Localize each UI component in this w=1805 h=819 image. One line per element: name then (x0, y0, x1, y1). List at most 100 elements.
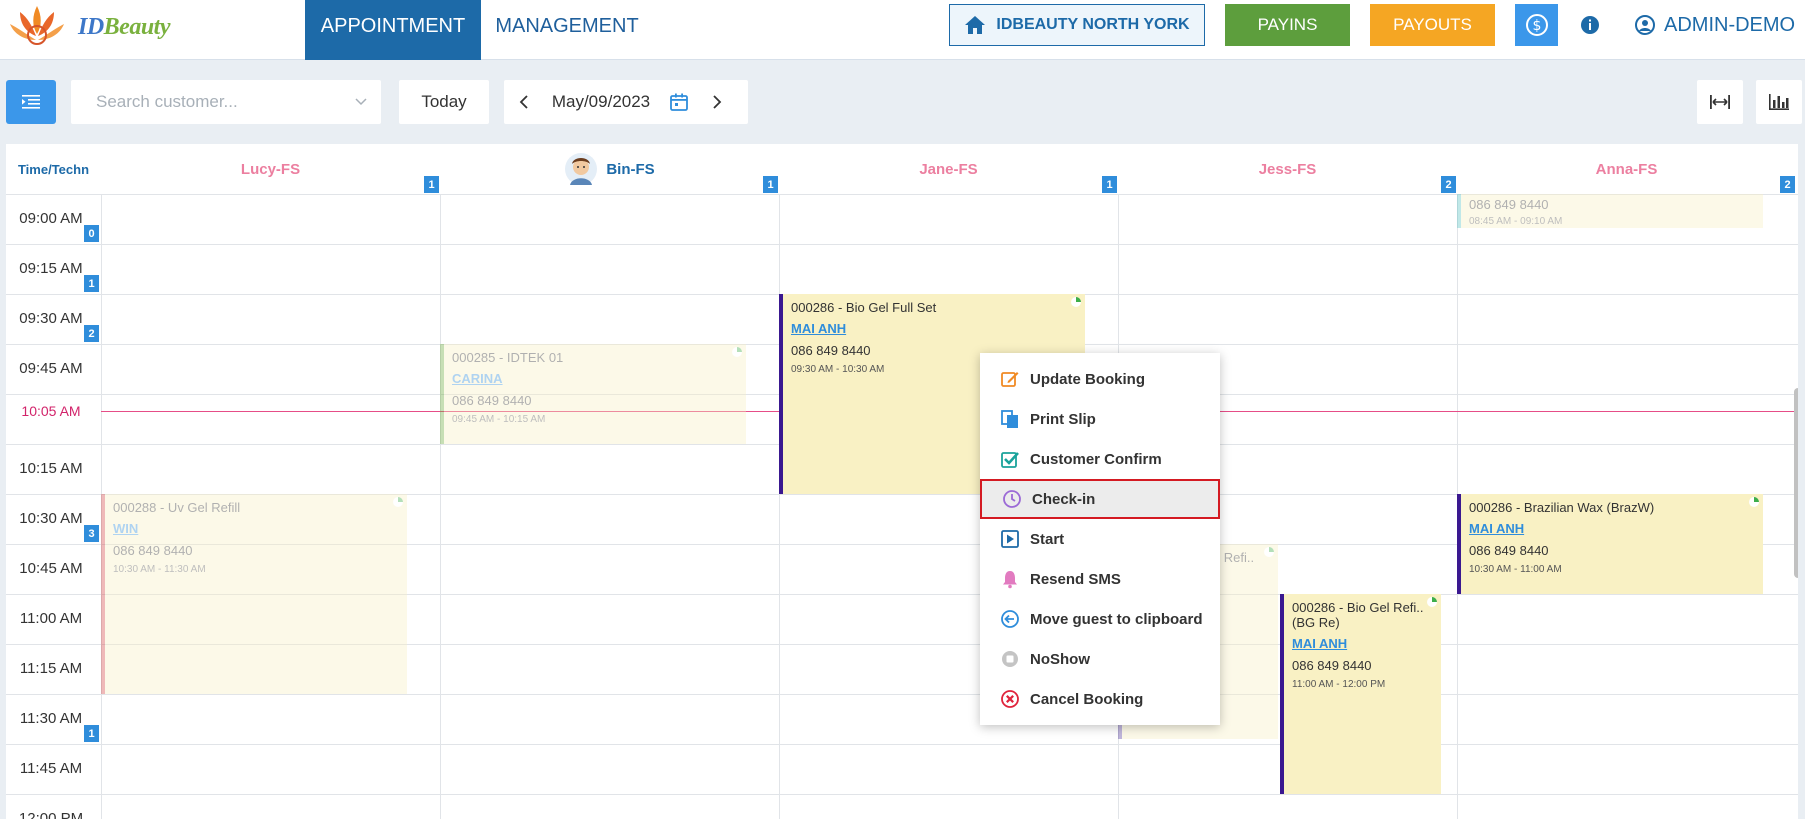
time-slot-label: 12:00 PM (18, 810, 84, 819)
appointment-customer-link[interactable]: MAI ANH (1292, 636, 1441, 651)
appointment-card[interactable]: 000288 - Uv Gel Refill WIN 086 849 8440 … (101, 494, 407, 694)
menu-item-label: Print Slip (1030, 410, 1096, 428)
grid-line (6, 244, 1798, 245)
print-slip-icon (1000, 409, 1020, 429)
grid-column-line (440, 194, 441, 819)
info-icon (1581, 16, 1599, 34)
menu-item-move-to-clipboard[interactable]: Move guest to clipboard (980, 599, 1220, 639)
booking-count-badge: 2 (1780, 176, 1795, 193)
technician-name: Jane-FS (919, 160, 978, 178)
info-button[interactable] (1575, 4, 1605, 46)
menu-item-update-booking[interactable]: Update Booking (980, 359, 1220, 399)
booking-count-badge: 1 (1102, 176, 1117, 193)
menu-item-label: Start (1030, 530, 1065, 548)
appointment-service: 000286 - Brazilian Wax (BrazW) (1469, 500, 1655, 515)
status-pie-icon (393, 497, 403, 507)
time-slot-label: 11:15 AM (19, 660, 83, 677)
user-menu[interactable]: ADMIN-DEMO (1635, 4, 1795, 46)
status-pie-icon (1071, 297, 1081, 307)
report-button[interactable] (1756, 80, 1802, 124)
tab-management[interactable]: MANAGEMENT (483, 0, 651, 60)
slot-count-badge: 3 (84, 525, 99, 542)
appointment-context-menu: Update Booking Print Slip Customer Confi… (980, 353, 1220, 725)
status-pie-icon (1749, 497, 1759, 507)
slot-count-badge: 1 (84, 725, 99, 742)
technician-header-anna[interactable]: Anna-FS (1457, 144, 1796, 194)
technician-header-bin[interactable]: Bin-FS (440, 144, 779, 194)
time-slot-label: 09:30 AM (19, 310, 83, 327)
menu-item-label: Customer Confirm (1030, 450, 1162, 468)
appointment-service: 000285 - IDTEK 01 (452, 350, 564, 365)
technician-header-jess[interactable]: Jess-FS (1118, 144, 1457, 194)
today-button[interactable]: Today (399, 80, 489, 124)
menu-item-noshow[interactable]: NoShow (980, 639, 1220, 679)
appointment-customer-link[interactable]: CARINA (452, 371, 746, 386)
time-slot-label: 11:00 AM (19, 610, 83, 627)
technician-header-jane[interactable]: Jane-FS (779, 144, 1118, 194)
appointment-service: 000286 - Bio Gel Full Set (791, 300, 937, 315)
appointment-customer-link[interactable]: MAI ANH (791, 321, 1085, 336)
slot-count-badge: 0 (84, 225, 99, 242)
play-icon (1000, 529, 1020, 549)
menu-item-start[interactable]: Start (980, 519, 1220, 559)
appointment-phone: 086 849 8440 (113, 543, 193, 558)
appointment-customer-link[interactable]: MAI ANH (1469, 521, 1763, 536)
appointment-card[interactable]: 000285 - IDTEK 01 CARINA 086 849 8440 09… (440, 344, 746, 444)
fit-width-button[interactable] (1697, 80, 1743, 124)
appointment-service: 000288 - Uv Gel Refill (113, 500, 241, 515)
chevron-down-icon (355, 98, 367, 106)
user-name: ADMIN-DEMO (1664, 13, 1796, 36)
appointment-card[interactable]: 000286 - Brazilian Wax (BrazW) MAI ANH 0… (1457, 494, 1763, 594)
calendar-picker-button[interactable] (660, 92, 698, 112)
date-navigator: May/09/2023 (504, 80, 748, 124)
menu-item-label: Check-in (1032, 490, 1096, 508)
appointment-phone: 086 849 8440 (452, 393, 532, 408)
appointment-time: 10:30 AM - 11:00 AM (1469, 564, 1562, 575)
menu-item-label: Move guest to clipboard (1030, 610, 1203, 628)
technician-header-lucy[interactable]: Lucy-FS (101, 144, 440, 194)
appointment-calendar: Time/Techn Lucy-FS Bin-FS Jane-FS Jess-F… (6, 144, 1798, 819)
status-pie-icon (1427, 597, 1437, 607)
booking-count-badge: 1 (424, 176, 439, 193)
time-slot-label: 10:30 AM (19, 510, 83, 527)
slot-count-badge: 2 (84, 325, 99, 342)
payouts-button[interactable]: PAYOUTS (1370, 4, 1495, 46)
list-indent-icon (22, 95, 40, 109)
payins-button[interactable]: PAYINS (1225, 4, 1350, 46)
appointment-card[interactable]: 086 849 8440 08:45 AM - 09:10 AM (1457, 194, 1763, 228)
calendar-scrollbar[interactable] (1794, 388, 1798, 578)
current-date[interactable]: May/09/2023 (542, 92, 660, 112)
appointment-phone: 086 849 8440 (1469, 197, 1549, 212)
store-selector-button[interactable]: IDBEAUTY NORTH YORK (949, 4, 1205, 46)
menu-item-customer-confirm[interactable]: Customer Confirm (980, 439, 1220, 479)
appointment-phone: 086 849 8440 (1469, 543, 1549, 558)
next-day-button[interactable] (698, 95, 736, 109)
sidebar-toggle-button[interactable] (6, 80, 56, 124)
tab-appointment[interactable]: APPOINTMENT (305, 0, 481, 60)
idbeauty-logo[interactable]: IDBeauty (6, 2, 176, 52)
appointment-time: 11:00 AM - 12:00 PM (1292, 679, 1386, 690)
dollar-circle-icon: $ (1525, 14, 1548, 36)
logo-text: IDBeauty (78, 14, 171, 40)
chevron-left-icon (519, 95, 528, 109)
check-square-icon (1000, 449, 1020, 469)
time-technician-header: Time/Techn (17, 161, 90, 177)
customer-search-select[interactable]: Search customer... (71, 80, 381, 124)
menu-item-cancel-booking[interactable]: Cancel Booking (980, 679, 1220, 719)
fit-width-icon (1710, 95, 1730, 109)
menu-item-label: NoShow (1030, 650, 1090, 668)
previous-day-button[interactable] (504, 95, 542, 109)
grid-line (6, 794, 1798, 795)
menu-item-check-in[interactable]: Check-in (980, 479, 1220, 519)
appointment-customer-link[interactable]: WIN (113, 521, 407, 536)
menu-item-label: Cancel Booking (1030, 690, 1144, 708)
appointment-card[interactable]: 000286 - Bio Gel Refi.. (BG Re) MAI ANH … (1280, 594, 1441, 794)
bar-chart-icon (1769, 94, 1789, 110)
grid-line (6, 694, 1798, 695)
status-pie-icon (1264, 547, 1274, 557)
menu-item-print-slip[interactable]: Print Slip (980, 399, 1220, 439)
time-slot-label: 10:15 AM (19, 460, 83, 477)
menu-item-resend-sms[interactable]: Resend SMS (980, 559, 1220, 599)
cash-drawer-button[interactable]: $ (1515, 4, 1558, 46)
time-slot-label: 11:45 AM (19, 760, 83, 777)
